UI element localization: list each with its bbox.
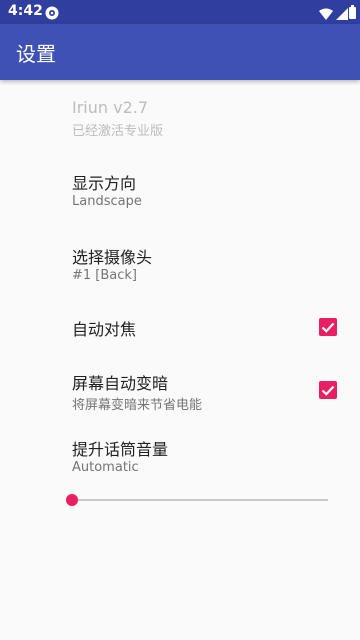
pref-version-summary: 已经激活专业版 bbox=[72, 124, 164, 139]
pref-orientation-summary: Landscape bbox=[72, 194, 142, 209]
pref-orientation-title: 显示方向 bbox=[72, 174, 137, 193]
screen-dim-checkbox[interactable] bbox=[319, 381, 337, 399]
pref-version-title: Iriun v2.7 bbox=[72, 98, 149, 117]
wifi-icon bbox=[319, 5, 333, 20]
mic-boost-slider-thumb[interactable] bbox=[66, 494, 78, 506]
pref-mic-boost: 提升话筒音量 Automatic bbox=[0, 428, 360, 520]
pref-screen-dim-title: 屏幕自动变暗 bbox=[72, 374, 169, 393]
pref-mic-boost-summary: Automatic bbox=[72, 460, 139, 475]
mic-boost-slider-track[interactable] bbox=[72, 499, 328, 501]
battery-icon bbox=[349, 4, 356, 19]
status-time: 4:42 bbox=[8, 3, 43, 19]
page-title: 设置 bbox=[16, 42, 56, 66]
checkmark-icon bbox=[321, 322, 335, 333]
pref-camera[interactable]: 选择摄像头 #1 [Back] bbox=[0, 234, 360, 298]
cell-signal-icon bbox=[336, 5, 348, 20]
pref-camera-summary: #1 [Back] bbox=[72, 268, 137, 283]
pref-screen-dim-summary: 将屏幕变暗来节省电能 bbox=[72, 398, 203, 413]
pref-camera-title: 选择摄像头 bbox=[72, 248, 153, 267]
status-bar: 4:42 bbox=[0, 0, 360, 24]
pref-screen-dim[interactable]: 屏幕自动变暗 将屏幕变暗来节省电能 bbox=[0, 358, 360, 422]
checkmark-icon bbox=[321, 385, 335, 396]
app-notification-icon bbox=[45, 5, 59, 20]
app-bar: 设置 bbox=[0, 24, 360, 80]
pref-orientation[interactable]: 显示方向 Landscape bbox=[0, 160, 360, 224]
autofocus-checkbox[interactable] bbox=[319, 318, 337, 336]
pref-autofocus[interactable]: 自动对焦 bbox=[0, 304, 360, 352]
pref-autofocus-title: 自动对焦 bbox=[72, 320, 137, 339]
pref-mic-boost-title: 提升话筒音量 bbox=[72, 440, 169, 459]
pref-version: Iriun v2.7 已经激活专业版 bbox=[0, 88, 360, 148]
